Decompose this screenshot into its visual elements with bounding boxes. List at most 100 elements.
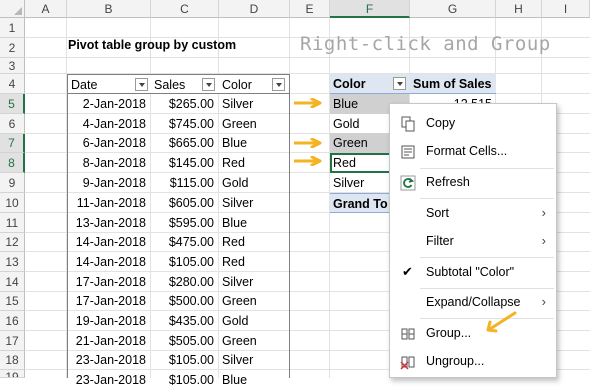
cell-date[interactable]: 4-Jan-2018: [67, 114, 150, 134]
row-header-12[interactable]: 12: [0, 233, 25, 252]
cell-color[interactable]: Silver: [219, 94, 289, 114]
select-all-corner[interactable]: [0, 0, 25, 18]
cell-sales[interactable]: $105.00: [151, 350, 218, 370]
cell-color[interactable]: Green: [219, 291, 289, 311]
row-header-15[interactable]: 15: [0, 292, 25, 311]
cell-sales[interactable]: $605.00: [151, 193, 218, 213]
cell-sales[interactable]: $145.00: [151, 153, 218, 173]
pivot-header-color[interactable]: Color: [330, 74, 410, 94]
cell-sales[interactable]: $505.00: [151, 331, 218, 351]
cell-date[interactable]: 13-Jan-2018: [67, 213, 150, 233]
cell-date[interactable]: 6-Jan-2018: [67, 133, 150, 153]
cell-date[interactable]: 9-Jan-2018: [67, 173, 150, 193]
filter-dropdown-icon[interactable]: [272, 78, 285, 91]
cell-color[interactable]: Silver: [219, 193, 289, 213]
column-header-a[interactable]: A: [25, 0, 67, 18]
submenu-chevron-icon: ›: [541, 205, 546, 220]
source-header-date[interactable]: Date: [67, 74, 151, 94]
menu-item-format-cells[interactable]: Format Cells...: [390, 137, 556, 165]
cell-date[interactable]: 2-Jan-2018: [67, 94, 150, 114]
row-header-13[interactable]: 13: [0, 252, 25, 272]
arrow-icon: [486, 311, 517, 333]
cell-color[interactable]: Red: [219, 252, 289, 272]
row-header-5[interactable]: 5: [0, 94, 25, 114]
cell-color[interactable]: Gold: [219, 311, 289, 331]
cell-color[interactable]: Gold: [219, 173, 289, 193]
filter-dropdown-icon[interactable]: [135, 78, 148, 91]
row-header-2[interactable]: 2: [0, 38, 25, 58]
row-header-10[interactable]: 10: [0, 193, 25, 213]
cell-color[interactable]: Blue: [219, 370, 289, 390]
row-header-11[interactable]: 11: [0, 213, 25, 233]
format-cells-icon: [401, 145, 415, 159]
cell-color[interactable]: Red: [219, 232, 289, 252]
menu-item-sort[interactable]: Sort ›: [390, 199, 556, 227]
cell-color[interactable]: Red: [219, 153, 289, 173]
cell-date[interactable]: 21-Jan-2018: [67, 331, 150, 351]
column-header-d[interactable]: D: [219, 0, 290, 18]
row-header-4[interactable]: 4: [0, 74, 25, 94]
source-header-sales[interactable]: Sales: [151, 74, 219, 94]
row-header-6[interactable]: 6: [0, 114, 25, 134]
cell-date[interactable]: 23-Jan-2018: [67, 370, 150, 390]
cell-sales[interactable]: $435.00: [151, 311, 218, 331]
cell-sales[interactable]: $105.00: [151, 370, 218, 390]
menu-item-subtotal[interactable]: ✔ Subtotal "Color": [390, 258, 556, 286]
cell-color[interactable]: Blue: [219, 213, 289, 233]
source-header-color[interactable]: Color: [219, 74, 290, 94]
cell-date[interactable]: 14-Jan-2018: [67, 252, 150, 272]
cell-date[interactable]: 17-Jan-2018: [67, 291, 150, 311]
row-header-17[interactable]: 17: [0, 331, 25, 351]
column-header-f[interactable]: F: [330, 0, 410, 18]
menu-item-ungroup[interactable]: Ungroup...: [390, 347, 556, 375]
cell-sales[interactable]: $745.00: [151, 114, 218, 134]
column-header-h[interactable]: H: [496, 0, 542, 18]
cell-color[interactable]: Silver: [219, 350, 289, 370]
cell-date[interactable]: 8-Jan-2018: [67, 153, 150, 173]
cell-date[interactable]: 17-Jan-2018: [67, 272, 150, 292]
group-icon: [401, 328, 415, 340]
cell-sales[interactable]: $595.00: [151, 213, 218, 233]
cell-sales[interactable]: $475.00: [151, 232, 218, 252]
menu-item-expand-collapse[interactable]: Expand/Collapse ›: [390, 288, 556, 316]
row-header-1[interactable]: 1: [0, 18, 25, 38]
menu-item-copy[interactable]: Copy: [390, 109, 556, 137]
menu-item-filter[interactable]: Filter ›: [390, 227, 556, 255]
pivot-header-sum[interactable]: Sum of Sales: [410, 74, 496, 94]
row-header-7[interactable]: 7: [0, 134, 25, 153]
cell-color[interactable]: Blue: [219, 133, 289, 153]
row-header-16[interactable]: 16: [0, 311, 25, 331]
submenu-chevron-icon: ›: [541, 233, 546, 248]
cell-color[interactable]: Green: [219, 114, 289, 134]
filter-dropdown-icon[interactable]: [202, 78, 215, 91]
cell-color[interactable]: Silver: [219, 272, 289, 292]
column-header-b[interactable]: B: [67, 0, 151, 18]
checkmark-icon: ✔: [402, 264, 413, 279]
cell-sales[interactable]: $115.00: [151, 173, 218, 193]
menu-item-refresh[interactable]: Refresh: [390, 168, 556, 196]
column-header-c[interactable]: C: [151, 0, 219, 18]
row-header-19[interactable]: 19: [0, 370, 25, 378]
row-header-18[interactable]: 18: [0, 351, 25, 370]
column-header-g[interactable]: G: [410, 0, 496, 18]
cell-date[interactable]: 11-Jan-2018: [67, 193, 150, 213]
column-header-i[interactable]: I: [542, 0, 590, 18]
ungroup-icon: [400, 356, 415, 370]
filter-dropdown-icon[interactable]: [393, 77, 406, 90]
row-header-3[interactable]: 3: [0, 58, 25, 74]
cell-date[interactable]: 23-Jan-2018: [67, 350, 150, 370]
cell-sales[interactable]: $665.00: [151, 133, 218, 153]
arrow-icon: [294, 98, 322, 108]
cell-color[interactable]: Green: [219, 331, 289, 351]
cell-sales[interactable]: $280.00: [151, 272, 218, 292]
column-header-e[interactable]: E: [290, 0, 330, 18]
menu-item-group[interactable]: Group...: [390, 319, 556, 347]
cell-sales[interactable]: $500.00: [151, 291, 218, 311]
cell-sales[interactable]: $265.00: [151, 94, 218, 114]
cell-sales[interactable]: $105.00: [151, 252, 218, 272]
row-header-8[interactable]: 8: [0, 153, 25, 173]
cell-date[interactable]: 14-Jan-2018: [67, 232, 150, 252]
row-header-9[interactable]: 9: [0, 173, 25, 193]
cell-date[interactable]: 19-Jan-2018: [67, 311, 150, 331]
row-header-14[interactable]: 14: [0, 272, 25, 292]
